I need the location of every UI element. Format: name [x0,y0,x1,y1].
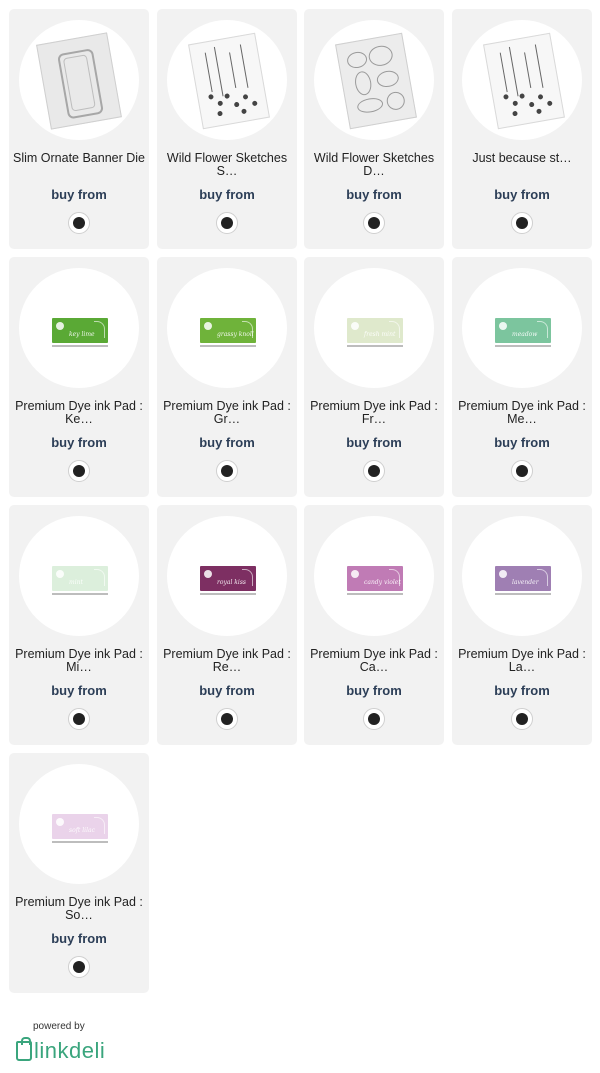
product-card[interactable]: candy violet Premium Dye ink Pad : Ca… buy… [304,505,444,745]
stamp-set-thumbnail [483,32,565,130]
product-title[interactable]: Premium Dye ink Pad : So… [13,896,145,922]
buy-from-link[interactable]: buy from [157,435,297,450]
ink-pad-thumbnail: candy violet [347,566,403,595]
product-image[interactable]: key lime [19,268,139,388]
product-image[interactable]: meadow [462,268,582,388]
product-image[interactable]: lavender [462,516,582,636]
product-card[interactable]: Slim Ornate Banner Die buy from [9,9,149,249]
die-package-thumbnail [36,32,122,130]
product-title[interactable]: Premium Dye ink Pad : Fr… [308,400,440,426]
ink-pad-thumbnail: key lime [52,318,108,347]
product-card[interactable]: key lime Premium Dye ink Pad : Ke… buy fro… [9,257,149,497]
buy-from-link[interactable]: buy from [9,187,149,202]
retailer-logo-icon[interactable] [363,708,385,730]
product-title[interactable]: Slim Ornate Banner Die [13,152,145,165]
retailer-logo-icon[interactable] [511,708,533,730]
product-title[interactable]: Premium Dye ink Pad : Ca… [308,648,440,674]
buy-from-link[interactable]: buy from [304,187,444,202]
ink-pad-color-name: key lime [69,331,95,338]
retailer-logo-icon[interactable] [68,956,90,978]
buy-from-link[interactable]: buy from [452,683,592,698]
retailer-logo-icon[interactable] [68,212,90,234]
product-image[interactable] [19,20,139,140]
product-image[interactable]: candy violet [314,516,434,636]
product-card[interactable]: royal kiss Premium Dye ink Pad : Re… buy f… [157,505,297,745]
ink-pad-color-name: grassy knoll [217,331,254,338]
retailer-logo-icon[interactable] [511,460,533,482]
buy-from-link[interactable]: buy from [157,187,297,202]
product-image[interactable]: mint [19,516,139,636]
product-title[interactable]: Premium Dye ink Pad : Gr… [161,400,293,426]
product-image[interactable]: soft lilac [19,764,139,884]
ink-pad-thumbnail: soft lilac [52,814,108,843]
product-title[interactable]: Wild Flower Sketches D… [308,152,440,178]
retailer-logo-icon[interactable] [68,708,90,730]
product-title[interactable]: Premium Dye ink Pad : Re… [161,648,293,674]
linkdeli-wordmark: linkdeli [34,1038,106,1063]
linkdeli-logo[interactable]: linkdeli [16,1037,105,1065]
ink-pad-color-name: royal kiss [217,579,246,586]
ink-pad-thumbnail: royal kiss [200,566,256,595]
product-card[interactable]: soft lilac Premium Dye ink Pad : So… buy f… [9,753,149,993]
ink-pad-thumbnail: lavender [495,566,551,595]
ink-pad-thumbnail: mint [52,566,108,595]
retailer-logo-icon[interactable] [216,212,238,234]
ink-pad-color-name: candy violet [364,579,401,586]
ink-pad-color-name: lavender [512,579,539,586]
product-title[interactable]: Premium Dye ink Pad : Me… [456,400,588,426]
retailer-logo-icon[interactable] [216,708,238,730]
buy-from-link[interactable]: buy from [9,683,149,698]
die-sheet-thumbnail [335,32,417,130]
product-title[interactable]: Premium Dye ink Pad : La… [456,648,588,674]
product-card[interactable]: mint Premium Dye ink Pad : Mi… buy from [9,505,149,745]
buy-from-link[interactable]: buy from [452,187,592,202]
product-card[interactable]: lavender Premium Dye ink Pad : La… buy fro… [452,505,592,745]
ink-pad-thumbnail: grassy knoll [200,318,256,347]
product-title[interactable]: Wild Flower Sketches S… [161,152,293,178]
stamp-set-thumbnail [188,32,270,130]
retailer-logo-icon[interactable] [363,460,385,482]
product-image[interactable] [167,20,287,140]
buy-from-link[interactable]: buy from [304,435,444,450]
ink-pad-color-name: soft lilac [69,827,95,834]
ink-pad-thumbnail: fresh mint [347,318,403,347]
buy-from-link[interactable]: buy from [304,683,444,698]
product-card[interactable]: grassy knoll Premium Dye ink Pad : Gr… buy… [157,257,297,497]
product-image[interactable]: fresh mint [314,268,434,388]
ink-pad-thumbnail: meadow [495,318,551,347]
retailer-logo-icon[interactable] [216,460,238,482]
buy-from-link[interactable]: buy from [9,435,149,450]
ink-pad-color-name: meadow [512,331,538,338]
product-title[interactable]: Premium Dye ink Pad : Mi… [13,648,145,674]
retailer-logo-icon[interactable] [68,460,90,482]
product-image[interactable] [314,20,434,140]
product-title[interactable]: Premium Dye ink Pad : Ke… [13,400,145,426]
product-card[interactable]: Wild Flower Sketches S… buy from [157,9,297,249]
buy-from-link[interactable]: buy from [452,435,592,450]
product-card[interactable]: Just because st… buy from [452,9,592,249]
product-card[interactable]: Wild Flower Sketches D… buy from [304,9,444,249]
ink-pad-color-name: mint [69,579,83,586]
shopping-bag-icon [16,1037,32,1061]
buy-from-link[interactable]: buy from [157,683,297,698]
product-image[interactable]: royal kiss [167,516,287,636]
buy-from-link[interactable]: buy from [9,931,149,946]
product-image[interactable]: grassy knoll [167,268,287,388]
powered-by-label: powered by [33,1021,85,1032]
retailer-logo-icon[interactable] [511,212,533,234]
retailer-logo-icon[interactable] [363,212,385,234]
product-card[interactable]: fresh mint Premium Dye ink Pad : Fr… buy f… [304,257,444,497]
product-image[interactable] [462,20,582,140]
ink-pad-color-name: fresh mint [364,331,396,338]
product-card[interactable]: meadow Premium Dye ink Pad : Me… buy from [452,257,592,497]
product-title[interactable]: Just because st… [456,152,588,165]
